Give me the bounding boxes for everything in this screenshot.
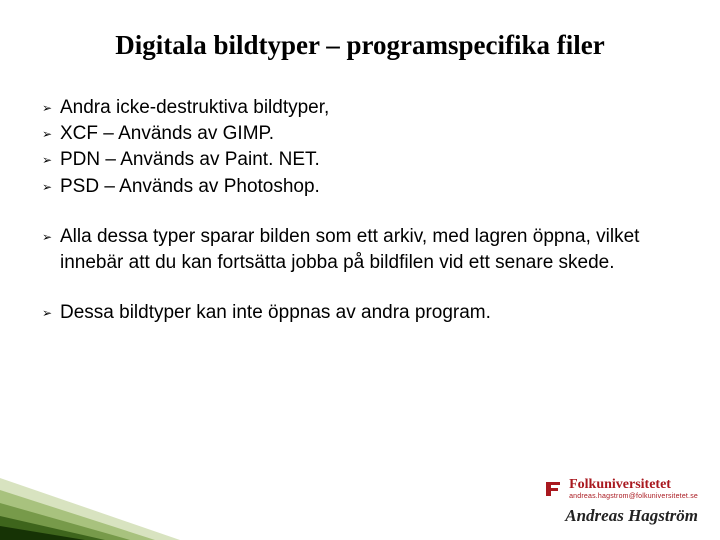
list-item: ➢ PSD – Används av Photoshop. <box>42 174 668 200</box>
footer: Folkuniversitetet andreas.hagstrom@folku… <box>543 478 698 526</box>
corner-decoration <box>0 470 180 540</box>
bullet-group: ➢ Andra icke-destruktiva bildtyper, ➢ XC… <box>42 95 668 200</box>
org-logo-icon <box>543 479 563 499</box>
author-name: Andreas Hagström <box>543 506 698 526</box>
slide-title: Digitala bildtyper – programspecifika fi… <box>0 30 720 61</box>
bullet-text: Dessa bildtyper kan inte öppnas av andra… <box>60 300 668 326</box>
bullet-icon: ➢ <box>42 224 60 250</box>
list-item: ➢ Andra icke-destruktiva bildtyper, <box>42 95 668 121</box>
bullet-text: XCF – Används av GIMP. <box>60 121 668 147</box>
bullet-icon: ➢ <box>42 300 60 326</box>
list-item: ➢ Dessa bildtyper kan inte öppnas av and… <box>42 300 668 326</box>
bullet-icon: ➢ <box>42 121 60 147</box>
org-logo: Folkuniversitetet andreas.hagstrom@folku… <box>543 478 698 500</box>
bullet-text: PSD – Används av Photoshop. <box>60 174 668 200</box>
bullet-icon: ➢ <box>42 174 60 200</box>
bullet-icon: ➢ <box>42 95 60 121</box>
org-subtitle: andreas.hagstrom@folkuniversitetet.se <box>569 493 698 500</box>
list-item: ➢ Alla dessa typer sparar bilden som ett… <box>42 224 668 276</box>
org-name: Folkuniversitetet <box>569 478 671 492</box>
bullet-text: Alla dessa typer sparar bilden som ett a… <box>60 224 668 276</box>
list-item: ➢ PDN – Används av Paint. NET. <box>42 147 668 173</box>
bullet-group: ➢ Alla dessa typer sparar bilden som ett… <box>42 224 668 276</box>
slide: { "title": "Digitala bildtyper – program… <box>0 0 720 540</box>
bullet-group: ➢ Dessa bildtyper kan inte öppnas av and… <box>42 300 668 326</box>
org-logo-text: Folkuniversitetet andreas.hagstrom@folku… <box>569 478 698 500</box>
list-item: ➢ XCF – Används av GIMP. <box>42 121 668 147</box>
bullet-text: Andra icke-destruktiva bildtyper, <box>60 95 668 121</box>
bullet-text: PDN – Används av Paint. NET. <box>60 147 668 173</box>
slide-content: ➢ Andra icke-destruktiva bildtyper, ➢ XC… <box>42 95 668 327</box>
bullet-icon: ➢ <box>42 147 60 173</box>
